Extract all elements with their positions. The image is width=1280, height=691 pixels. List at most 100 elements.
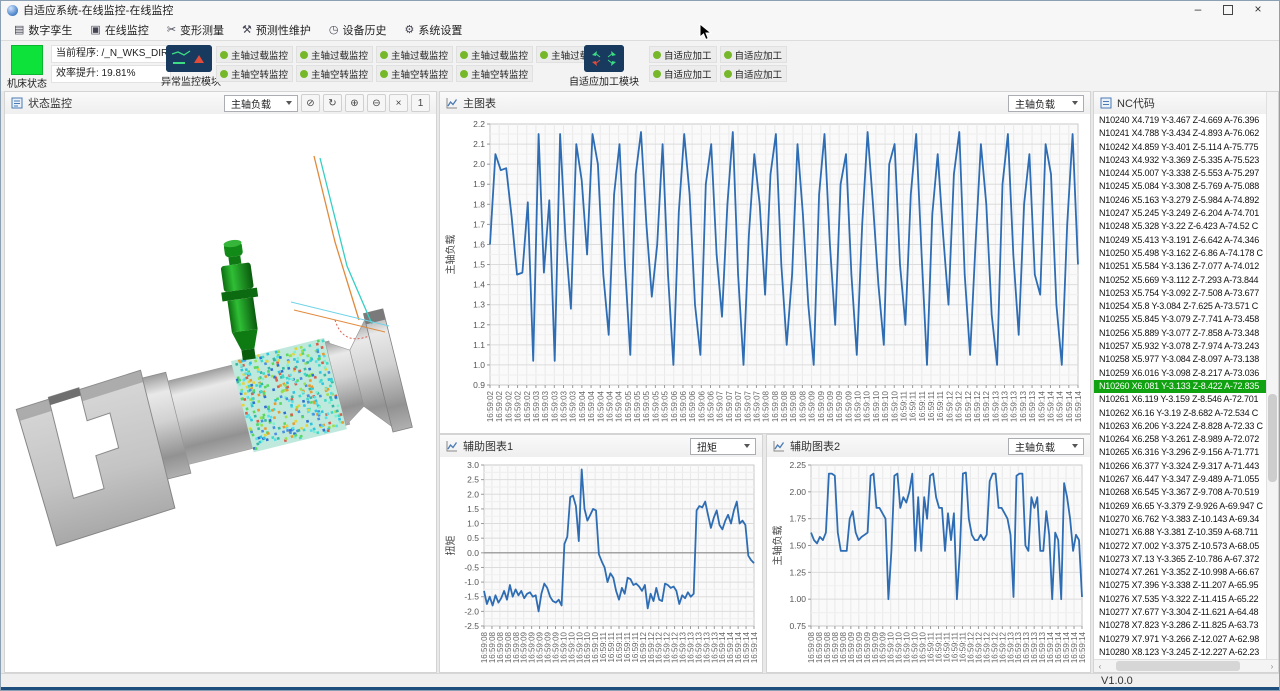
nc-line[interactable]: N10265 X6.316 Y-3.296 Z-9.156 A-71.771 [1094, 446, 1278, 459]
nc-line[interactable]: N10279 X7.971 Y-3.266 Z-12.027 A-62.98 [1094, 633, 1278, 646]
menu-item-device-history[interactable]: ◷设备历史 [320, 20, 396, 40]
nc-line[interactable]: N10254 X5.8 Y-3.084 Z-7.625 A-73.571 C [1094, 300, 1278, 313]
fit-view-icon[interactable]: × [389, 94, 408, 112]
svg-text:0.9: 0.9 [473, 380, 485, 390]
pan-icon[interactable]: ⊘ [301, 94, 320, 112]
spindle-overload-monitor-button[interactable]: 主轴过载监控 [216, 46, 293, 63]
nc-line-selected[interactable]: N10260 X6.081 Y-3.133 Z-8.422 A-72.835 [1094, 380, 1278, 393]
nc-line[interactable]: N10274 X7.261 Y-3.352 Z-10.998 A-66.67 [1094, 566, 1278, 579]
restore-button[interactable] [1213, 0, 1243, 20]
scroll-right-arrow[interactable]: › [1266, 662, 1278, 671]
nc-line[interactable]: N10280 X8.123 Y-3.245 Z-12.227 A-62.23 [1094, 646, 1278, 659]
menu-item-digital-twin[interactable]: ▤数字孪生 [5, 20, 81, 40]
spindle-idle-monitor-button[interactable]: 主轴空转监控 [216, 65, 293, 82]
nc-code-list[interactable]: N10240 X4.719 Y-3.467 Z-4.669 A-76.396N1… [1094, 114, 1278, 660]
nc-line[interactable]: N10276 X7.535 Y-3.322 Z-11.415 A-65.22 [1094, 593, 1278, 606]
menu-item-online-monitor[interactable]: ▣在线监控 [81, 20, 157, 40]
nc-line[interactable]: N10256 X5.889 Y-3.077 Z-7.858 A-73.348 [1094, 327, 1278, 340]
svg-text:16:59:10: 16:59:10 [872, 390, 881, 422]
svg-text:2.0: 2.0 [473, 159, 485, 169]
nc-line[interactable]: N10249 X5.413 Y-3.191 Z-6.642 A-74.346 [1094, 234, 1278, 247]
nc-line[interactable]: N10263 X6.206 Y-3.224 Z-8.828 A-72.33 C [1094, 420, 1278, 433]
spindle-idle-monitor-button[interactable]: 主轴空转监控 [456, 65, 533, 82]
aux-chart2-signal-select[interactable]: 主轴负载 [1008, 438, 1084, 455]
zoom-out-icon[interactable]: ⊖ [367, 94, 386, 112]
nc-line[interactable]: N10269 X6.65 Y-3.379 Z-9.926 A-69.947 C [1094, 500, 1278, 513]
nc-vertical-scrollbar[interactable] [1266, 92, 1278, 672]
nc-line[interactable]: N10267 X6.447 Y-3.347 Z-9.489 A-71.055 [1094, 473, 1278, 486]
scroll-track[interactable] [1106, 660, 1266, 672]
nc-line[interactable]: N10243 X4.932 Y-3.369 Z-5.335 A-75.523 [1094, 154, 1278, 167]
status-signal-select[interactable]: 主轴负载 [224, 95, 298, 112]
spindle-overload-monitor-button[interactable]: 主轴过载监控 [456, 46, 533, 63]
reset-view-icon[interactable]: ↻ [323, 94, 342, 112]
nc-line[interactable]: N10244 X5.007 Y-3.338 Z-5.553 A-75.297 [1094, 167, 1278, 180]
nc-line[interactable]: N10275 X7.396 Y-3.338 Z-11.207 A-65.95 [1094, 579, 1278, 592]
minimize-button[interactable]: – [1183, 0, 1213, 20]
nc-line[interactable]: N10277 X7.677 Y-3.304 Z-11.621 A-64.48 [1094, 606, 1278, 619]
nc-line[interactable]: N10247 X5.245 Y-3.249 Z-6.204 A-74.701 [1094, 207, 1278, 220]
menu-item-system-settings[interactable]: ⚙系统设置 [396, 20, 472, 40]
zoom-in-icon[interactable]: ⊕ [345, 94, 364, 112]
nc-line[interactable]: N10255 X5.845 Y-3.079 Z-7.741 A-73.458 [1094, 313, 1278, 326]
adaptive-machining-module[interactable]: 自适应加工模块 [567, 45, 641, 88]
adaptive-machining-button[interactable]: 自适应加工 [649, 46, 717, 63]
nc-line[interactable]: N10257 X5.932 Y-3.078 Z-7.974 A-73.243 [1094, 340, 1278, 353]
spindle-overload-monitor-button[interactable]: 主轴过载监控 [376, 46, 453, 63]
abnormal-monitor-module[interactable]: 异常监控模块 [161, 45, 217, 88]
nc-line[interactable]: N10259 X6.016 Y-3.098 Z-8.217 A-73.036 [1094, 367, 1278, 380]
close-button[interactable]: × [1243, 0, 1273, 20]
nc-line[interactable]: N10271 X6.88 Y-3.381 Z-10.359 A-68.711 [1094, 526, 1278, 539]
scrollbar-thumb[interactable] [1268, 394, 1277, 482]
spindle-overload-monitor-button[interactable]: 主轴过载监控 [296, 46, 373, 63]
nc-horizontal-scrollbar[interactable]: ‹ › [1094, 659, 1278, 672]
nc-line[interactable]: N10251 X5.584 Y-3.136 Z-7.077 A-74.012 [1094, 260, 1278, 273]
svg-text:16:59:08: 16:59:08 [771, 390, 780, 422]
scrollbar-thumb[interactable] [1116, 661, 1241, 671]
adaptive-machining-button[interactable]: 自适应加工 [720, 46, 788, 63]
svg-text:1.2: 1.2 [473, 320, 485, 330]
restore-icon [1223, 5, 1233, 15]
nc-line[interactable]: N10240 X4.719 Y-3.467 Z-4.669 A-76.396 [1094, 114, 1278, 127]
aux-chart1-canvas[interactable]: -2.5-2.0-1.5-1.0-0.50.00.51.01.52.02.53.… [440, 457, 762, 672]
nc-line[interactable]: N10272 X7.002 Y-3.375 Z-10.573 A-68.05 [1094, 540, 1278, 553]
aux-chart1-signal-select[interactable]: 扭矩 [690, 438, 756, 455]
nc-line[interactable]: N10242 X4.859 Y-3.401 Z-5.114 A-75.775 [1094, 141, 1278, 154]
nc-line[interactable]: N10262 X6.16 Y-3.19 Z-8.682 A-72.534 C [1094, 407, 1278, 420]
nc-line[interactable]: N10252 X5.669 Y-3.112 Z-7.293 A-73.844 [1094, 274, 1278, 287]
nc-line[interactable]: N10268 X6.545 Y-3.367 Z-9.708 A-70.519 [1094, 486, 1278, 499]
view-count-button[interactable]: 1 [411, 94, 430, 112]
scroll-left-arrow[interactable]: ‹ [1094, 662, 1106, 671]
nc-line[interactable]: N10270 X6.762 Y-3.383 Z-10.143 A-69.34 [1094, 513, 1278, 526]
chart-svg: 0.751.001.251.501.752.002.2516:59:0816:5… [767, 457, 1090, 672]
machine-3d-view[interactable] [5, 114, 436, 672]
menu-item-predictive-maintenance[interactable]: ⚒预测性维护 [233, 20, 320, 40]
nc-line[interactable]: N10266 X6.377 Y-3.324 Z-9.317 A-71.443 [1094, 460, 1278, 473]
main-chart-signal-select[interactable]: 主轴负载 [1008, 95, 1084, 112]
menu-item-label: 数字孪生 [28, 22, 72, 38]
spindle-idle-monitor-button[interactable]: 主轴空转监控 [296, 65, 373, 82]
nc-line[interactable]: N10250 X5.498 Y-3.162 Z-6.86 A-74.178 C [1094, 247, 1278, 260]
nc-line[interactable]: N10241 X4.788 Y-3.434 Z-4.893 A-76.062 [1094, 127, 1278, 140]
nc-line[interactable]: N10245 X5.084 Y-3.308 Z-5.769 A-75.088 [1094, 180, 1278, 193]
predictive-maintenance-icon: ⚒ [242, 23, 252, 36]
nc-line[interactable]: N10248 X5.328 Y-3.22 Z-6.423 A-74.52 C [1094, 220, 1278, 233]
main-chart-canvas[interactable]: 0.91.01.11.21.31.41.51.61.71.81.92.02.12… [440, 114, 1090, 433]
nc-line[interactable]: N10278 X7.823 Y-3.286 Z-11.825 A-63.73 [1094, 619, 1278, 632]
aux-chart2-canvas[interactable]: 0.751.001.251.501.752.002.2516:59:0816:5… [767, 457, 1090, 672]
adaptive-row-1: 自适应加工自适应加工 [649, 46, 787, 63]
nc-line[interactable]: N10253 X5.754 Y-3.092 Z-7.508 A-73.677 [1094, 287, 1278, 300]
nc-line[interactable]: N10246 X5.163 Y-3.279 Z-5.984 A-74.892 [1094, 194, 1278, 207]
svg-text:16:59:03: 16:59:03 [541, 390, 550, 422]
title-bar: 自适应系统-在线监控-在线监控 – × [1, 1, 1279, 20]
adaptive-machining-button[interactable]: 自适应加工 [649, 65, 717, 82]
spindle-idle-monitor-button[interactable]: 主轴空转监控 [376, 65, 453, 82]
adaptive-machining-button[interactable]: 自适应加工 [720, 65, 788, 82]
menu-item-deformation-measure[interactable]: ✂变形测量 [158, 20, 233, 40]
nc-line[interactable]: N10258 X5.977 Y-3.084 Z-8.097 A-73.138 [1094, 353, 1278, 366]
nc-line[interactable]: N10264 X6.258 Y-3.261 Z-8.989 A-72.072 [1094, 433, 1278, 446]
app-window: 自适应系统-在线监控-在线监控 – × ▤数字孪生▣在线监控✂变形测量⚒预测性维… [0, 0, 1280, 691]
nc-line[interactable]: N10273 X7.13 Y-3.365 Z-10.786 A-67.372 [1094, 553, 1278, 566]
nc-line[interactable]: N10261 X6.119 Y-3.159 Z-8.546 A-72.701 [1094, 393, 1278, 406]
svg-text:16:59:03: 16:59:03 [569, 390, 578, 422]
